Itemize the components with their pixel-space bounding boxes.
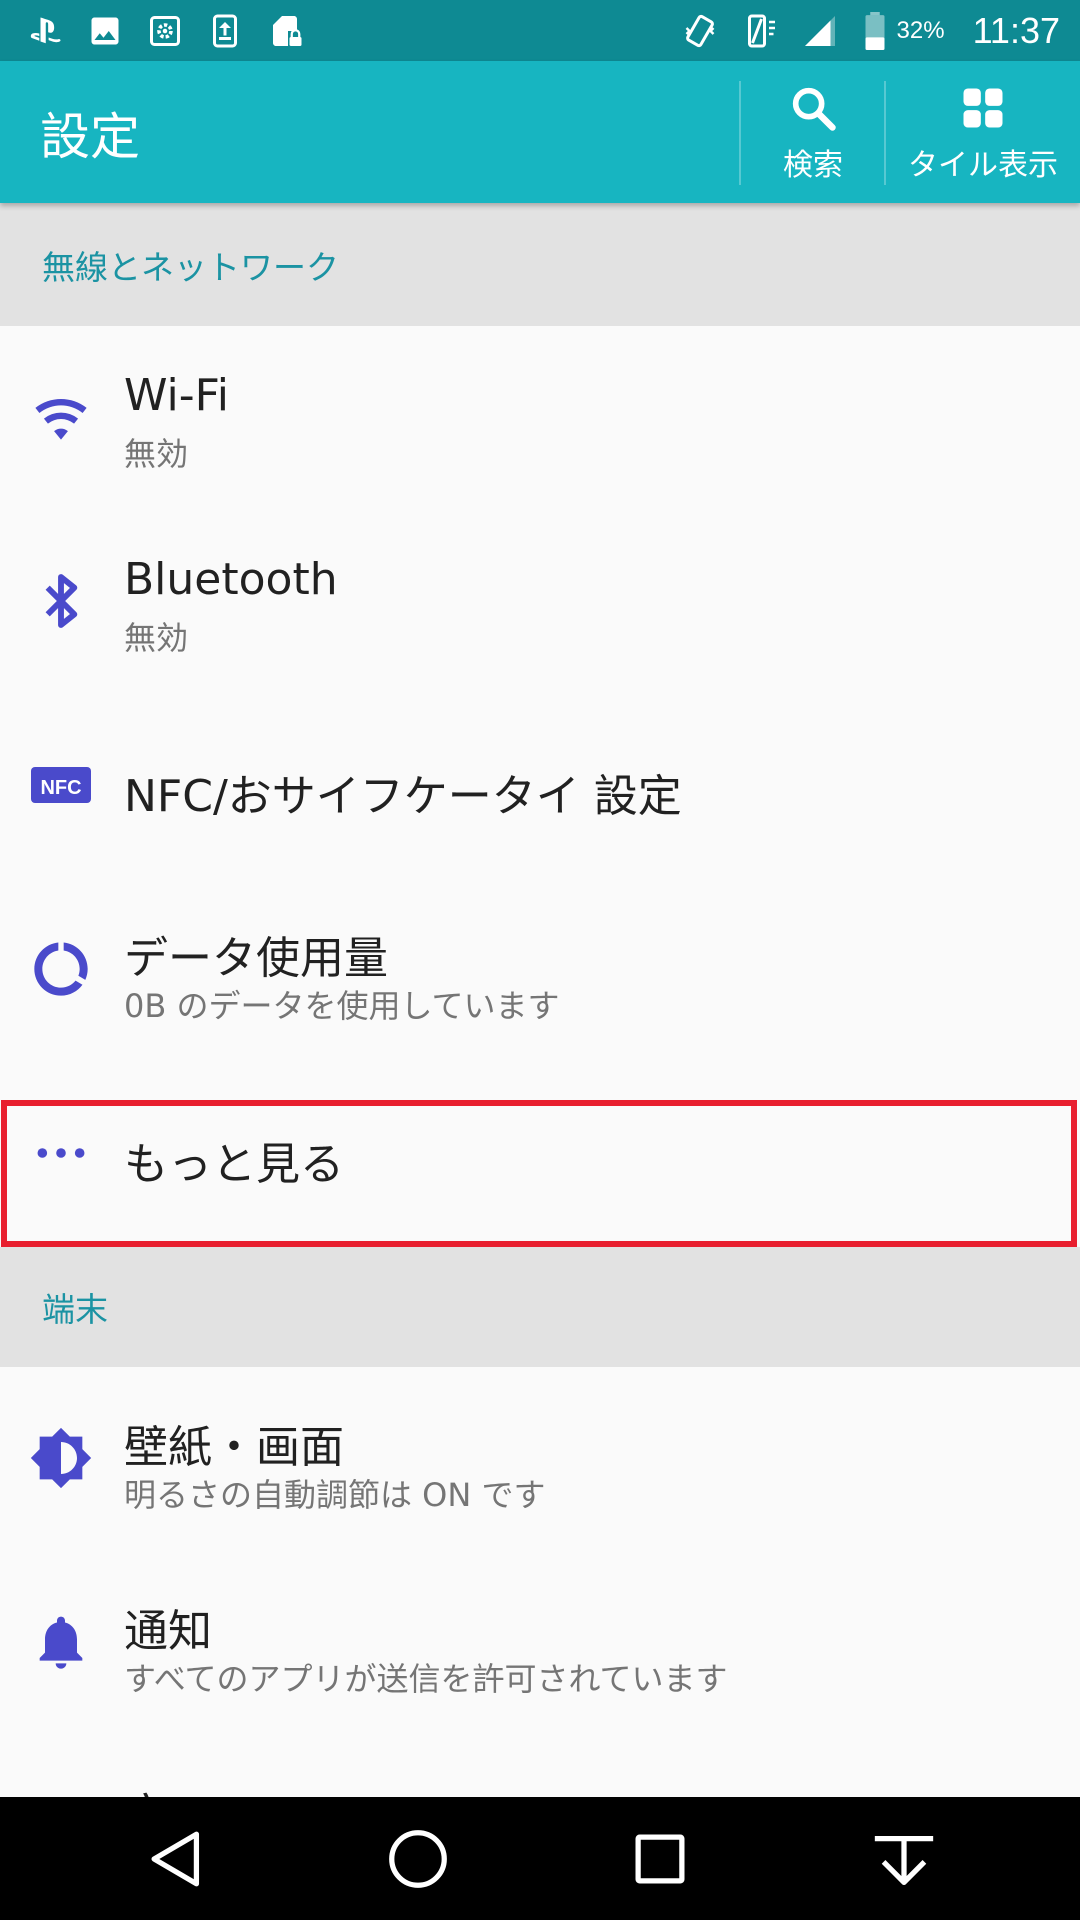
settings-item-bluetooth[interactable]: Bluetooth 無効 xyxy=(0,510,1080,694)
playstation-icon xyxy=(26,12,64,50)
data-usage-icon xyxy=(28,936,94,1002)
settings-item-wifi[interactable]: Wi-Fi 無効 xyxy=(0,326,1080,510)
nfc-icon-text: NFC xyxy=(40,777,81,799)
item-subtitle: 明るさの自動調節は ON です xyxy=(124,1476,546,1514)
brightness-icon xyxy=(28,1425,94,1491)
nfc-icon: NFC xyxy=(28,752,94,818)
wifi-icon xyxy=(28,384,94,450)
upload-icon xyxy=(206,12,244,50)
app-bar: 設定 検索 タイル表示 xyxy=(0,61,1080,203)
item-title: Wi-Fi xyxy=(124,370,229,421)
section-header-wireless: 無線とネットワーク xyxy=(0,203,1080,326)
cell-signal-icon xyxy=(801,12,839,50)
notification-pull-icon xyxy=(874,1835,934,1885)
settings-item-nfc[interactable]: NFC NFC/おサイフケータイ 設定 xyxy=(0,694,1080,878)
search-label: 検索 xyxy=(783,148,843,183)
recents-icon xyxy=(635,1834,685,1884)
recents-button[interactable] xyxy=(624,1823,696,1895)
system-status: 32% 11:37 xyxy=(681,10,1060,52)
more-icon xyxy=(28,1120,94,1186)
settings-item-notifications[interactable]: 通知 すべてのアプリが送信を許可されています xyxy=(0,1551,1080,1735)
item-title: 壁紙・画面 xyxy=(124,1422,344,1473)
bell-icon xyxy=(28,1609,94,1675)
back-button[interactable] xyxy=(140,1823,212,1895)
notification-pull-button[interactable] xyxy=(868,1823,940,1895)
item-subtitle: 無効 xyxy=(124,435,189,473)
item-title: Bluetooth xyxy=(124,554,338,605)
notification-icons xyxy=(26,12,304,50)
sd-card-lock-icon xyxy=(266,12,304,50)
page-title: 設定 xyxy=(40,108,140,166)
item-subtitle: 0B のデータを使用しています xyxy=(124,987,560,1025)
search-button[interactable]: 検索 xyxy=(742,79,884,187)
tile-view-label: タイル表示 xyxy=(908,148,1058,183)
bluetooth-icon xyxy=(28,568,94,634)
item-title: 通知 xyxy=(124,1606,212,1657)
tile-view-button[interactable]: タイル表示 xyxy=(886,79,1080,187)
settings-item-display[interactable]: 壁紙・画面 明るさの自動調節は ON です xyxy=(0,1367,1080,1551)
item-title: 音 xyxy=(124,1779,168,1797)
item-subtitle: 無効 xyxy=(124,619,189,657)
phone-signal-icon xyxy=(741,12,779,50)
navigation-bar xyxy=(0,1797,1080,1920)
clock: 11:37 xyxy=(972,9,1060,51)
action-divider xyxy=(739,81,741,185)
item-title: データ使用量 xyxy=(124,933,388,984)
status-bar: 32% 11:37 xyxy=(0,0,1080,61)
settings-item-data-usage[interactable]: データ使用量 0B のデータを使用しています xyxy=(0,878,1080,1100)
home-icon xyxy=(389,1830,447,1888)
section-header-device: 端末 xyxy=(0,1247,1080,1367)
back-icon xyxy=(151,1831,200,1887)
home-button[interactable] xyxy=(382,1823,454,1895)
vibrate-icon xyxy=(681,12,719,50)
settings-item-sound[interactable]: 音 xyxy=(0,1735,1080,1797)
search-icon xyxy=(792,87,836,131)
settings-item-more[interactable]: もっと見る xyxy=(0,1100,1080,1247)
item-subtitle: すべてのアプリが送信を許可されています xyxy=(124,1660,728,1698)
grid-icon xyxy=(963,88,1003,128)
item-title: もっと見る xyxy=(124,1139,344,1190)
item-title: NFC/おサイフケータイ 設定 xyxy=(124,771,682,822)
battery-percent: 32% xyxy=(896,16,945,44)
image-icon xyxy=(86,12,124,50)
battery-icon xyxy=(861,11,889,50)
settings-box-icon xyxy=(146,12,184,50)
